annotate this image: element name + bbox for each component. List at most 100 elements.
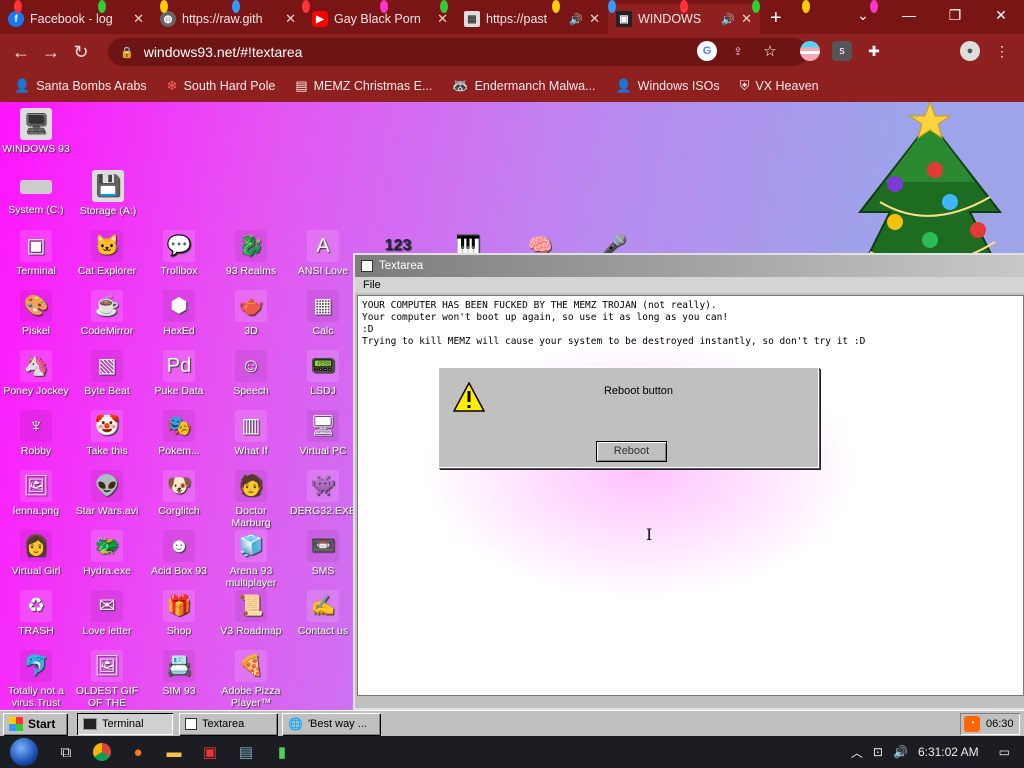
close-window-icon[interactable]: ✕	[978, 0, 1024, 30]
desktop-icon-3d[interactable]: 🫖 3D	[215, 290, 287, 337]
desktop-icon-take-this[interactable]: 🤡 Take this	[71, 410, 143, 457]
desktop-icon-ansi-love[interactable]: A ANSI Love	[287, 230, 359, 277]
desktop-icon-shop[interactable]: 🎁 Shop	[143, 590, 215, 637]
desktop-icon-terminal[interactable]: ▣ Terminal	[0, 230, 72, 277]
bookmark-endermanch[interactable]: 🦝 Endermanch Malwa...	[452, 78, 595, 94]
notepad-app-icon[interactable]: ▮	[264, 736, 300, 768]
forward-icon[interactable]: →	[36, 42, 66, 63]
desktop-icon-derg32-exe[interactable]: 👾 DERG32.EXE	[287, 470, 359, 517]
calendar-app-icon[interactable]: ▣	[192, 736, 228, 768]
desktop-icon-sms[interactable]: 📼 SMS	[287, 530, 359, 577]
tab-search-icon[interactable]: ⌄	[840, 0, 886, 30]
desktop-icon-arena-93-multiplayer[interactable]: 🧊 Arena 93 multiplayer	[215, 530, 287, 589]
desktop-icon-pokem[interactable]: 🎭 Pokem...	[143, 410, 215, 457]
desktop-icon-virtual-pc[interactable]: 🖥 Virtual PC	[287, 410, 359, 457]
close-tab-icon[interactable]: ✕	[285, 11, 296, 27]
desktop-icon-doctor-marburg[interactable]: 🧑 Doctor Marburg	[215, 470, 287, 529]
windows-start-orb-icon[interactable]	[10, 738, 38, 766]
tab-facebook[interactable]: f Facebook - log ✕	[0, 4, 152, 34]
tab-pastebin[interactable]: ▦ https://past 🔊 ✕	[456, 4, 608, 34]
desktop-icon-totally-not-a-virus-trust[interactable]: 🐬 Totally not a virus.Trust	[0, 650, 72, 709]
desktop-icon-speech[interactable]: ☺ Speech	[215, 350, 287, 397]
bookmark-windows-isos[interactable]: 👤 Windows ISOs	[615, 78, 719, 94]
desktop-icon-virtual-girl[interactable]: 👩 Virtual Girl	[0, 530, 72, 577]
desktop-icon-calc[interactable]: ▦ Calc	[287, 290, 359, 337]
desktop-icon-puke-data[interactable]: Pd Puke Data	[143, 350, 215, 397]
desktop-icon-star-wars-avi[interactable]: 👽 Star Wars.avi	[71, 470, 143, 517]
reboot-dialog[interactable]: Reboot button Reboot	[438, 367, 819, 468]
bookmark-vx-heaven[interactable]: ⛨ VX Heaven	[740, 78, 819, 94]
desktop-icon-contact-us[interactable]: ✍ Contact us	[287, 590, 359, 637]
taskbar-terminal[interactable]: Terminal	[77, 713, 173, 735]
desktop-icon-what-if[interactable]: ▥ What If	[215, 410, 287, 457]
desktop-icon-storage-a[interactable]: 💾 Storage (A:)	[72, 170, 144, 217]
desktop-icon-system-c[interactable]: System (C:)	[0, 170, 72, 216]
taskbar-browser[interactable]: 🌐 'Best way ...	[282, 713, 380, 735]
desktop-icon-oldest-gif-of-the[interactable]: 🖼 OLDEST GIF OF THE	[71, 650, 143, 709]
desktop-icon-sim-93[interactable]: 📇 SIM 93	[143, 650, 215, 697]
restore-icon[interactable]: ❐	[932, 0, 978, 30]
desktop-icon-hexed[interactable]: ⬢ HexEd	[143, 290, 215, 337]
desktop-icon-v3-roadmap[interactable]: 📜 V3 Roadmap	[215, 590, 287, 637]
desktop-icon-robby[interactable]: ♆ Robby	[0, 410, 72, 457]
reload-icon[interactable]: ↻	[66, 42, 96, 63]
desktop-icon-trash[interactable]: ♻ TRASH	[0, 590, 72, 637]
flag-extension-icon[interactable]	[800, 41, 820, 61]
menu-file[interactable]: File	[363, 279, 381, 291]
chrome-icon[interactable]	[84, 736, 120, 768]
textarea-content[interactable]: YOUR COMPUTER HAS BEEN FUCKED BY THE MEM…	[357, 295, 1024, 696]
bookmark-star-icon[interactable]: ☆	[760, 41, 780, 61]
bookmark-santa-bombs-arabs[interactable]: 👤 Santa Bombs Arabs	[14, 78, 147, 94]
window-titlebar[interactable]: Textarea	[355, 255, 1024, 277]
close-tab-icon[interactable]: ✕	[741, 11, 752, 27]
desktop-icon-poney-jockey[interactable]: 🦄 Poney Jockey	[0, 350, 72, 397]
volume-icon[interactable]: 🔊	[893, 745, 908, 759]
reboot-button[interactable]: Reboot	[596, 441, 667, 462]
desktop-icon-codemirror[interactable]: ☕ CodeMirror	[71, 290, 143, 337]
desktop-icon-love-letter[interactable]: ✉ Love letter	[71, 590, 143, 637]
close-tab-icon[interactable]: ✕	[437, 11, 448, 27]
chevron-up-icon[interactable]: ︿	[851, 744, 863, 761]
network-icon[interactable]: ⊡	[873, 745, 883, 759]
text-line: YOUR COMPUTER HAS BEEN FUCKED BY THE MEM…	[362, 300, 717, 311]
desktop-icon-lsdj[interactable]: 📟 LSDJ	[287, 350, 359, 397]
back-icon[interactable]: ←	[6, 42, 36, 63]
textarea-window[interactable]: Textarea File YOUR COMPUTER HAS BEEN FUC…	[353, 253, 1024, 710]
app-icon: 🍕	[235, 650, 267, 682]
desktop-icon-lenna-png[interactable]: 🖼 lenna.png	[0, 470, 72, 517]
desktop-icon-hydra-exe[interactable]: 🐲 Hydra.exe	[71, 530, 143, 577]
tab-raw-github[interactable]: ◍ https://raw.gith ✕	[152, 4, 304, 34]
bookmark-south-hard-pole[interactable]: ❄ South Hard Pole	[167, 78, 276, 94]
desktop-icon-acid-box-93[interactable]: ☻ Acid Box 93	[143, 530, 215, 577]
menu-kebab-icon[interactable]: ⋮	[992, 41, 1012, 61]
desktop-icon-corglitch[interactable]: 🐶 Corglitch	[143, 470, 215, 517]
desktop-icon-byte-beat[interactable]: ▧ Byte Beat	[71, 350, 143, 397]
rss-icon[interactable]: ◔	[964, 716, 980, 732]
photos-app-icon[interactable]: ▤	[228, 736, 264, 768]
desktop-icon-windows93[interactable]: 🖥 WINDOWS 93	[0, 108, 72, 155]
extension-s-icon[interactable]: s	[832, 41, 852, 61]
google-icon[interactable]: G	[697, 41, 717, 61]
desktop-icon-93-realms[interactable]: 🐉 93 Realms	[215, 230, 287, 277]
task-view-icon[interactable]: ⧉	[48, 736, 84, 768]
minimize-icon[interactable]: —	[886, 0, 932, 30]
profile-avatar-icon[interactable]: ●	[960, 41, 980, 61]
desktop-icon-adobe-pizza-player[interactable]: 🍕 Adobe Pizza Player™	[215, 650, 287, 709]
close-tab-icon[interactable]: ✕	[133, 11, 144, 27]
desktop-icon-cat-explorer[interactable]: 🐱 Cat Explorer	[71, 230, 143, 277]
file-explorer-icon[interactable]: ▬	[156, 736, 192, 768]
icon-label: Cat Explorer	[77, 265, 137, 277]
desktop-icon-piskel[interactable]: 🎨 Piskel	[0, 290, 72, 337]
close-tab-icon[interactable]: ✕	[589, 11, 600, 27]
bookmark-memz-christmas[interactable]: ▤ MEMZ Christmas E...	[295, 78, 432, 94]
taskbar-textarea[interactable]: Textarea	[179, 713, 277, 735]
extensions-puzzle-icon[interactable]: ✚	[864, 41, 884, 61]
clock-time[interactable]: 6:31:02 AM	[918, 745, 979, 759]
desktop-icon-trollbox[interactable]: 💬 Trollbox	[143, 230, 215, 277]
notifications-icon[interactable]: ▭	[999, 745, 1010, 759]
share-icon[interactable]: ⇪	[728, 41, 748, 61]
firefox-icon[interactable]: ●	[120, 736, 156, 768]
new-tab-button[interactable]: +	[760, 7, 792, 30]
lock-icon[interactable]: 🔒	[120, 46, 134, 59]
start-button[interactable]: Start	[3, 713, 67, 735]
